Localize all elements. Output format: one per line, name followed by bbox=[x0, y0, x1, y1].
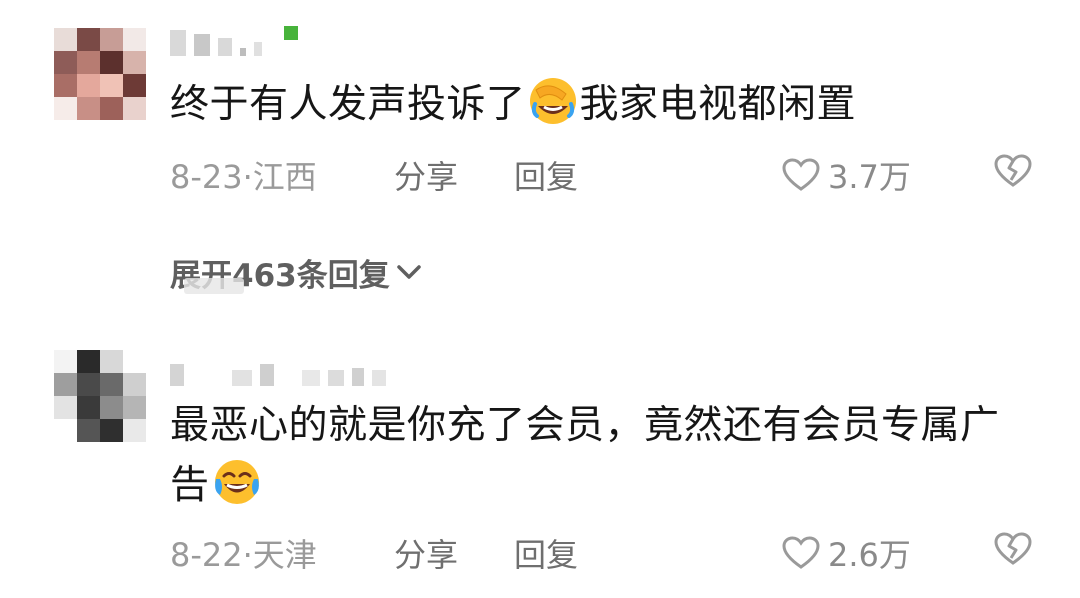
reply-button[interactable]: 回复 bbox=[514, 152, 578, 198]
comment-date: 8-22 bbox=[170, 536, 243, 574]
chevron-down-icon bbox=[396, 265, 421, 279]
username-masked[interactable] bbox=[170, 356, 386, 386]
comment-date-location: 8-22·天津 bbox=[170, 530, 317, 576]
heart-outline-icon bbox=[782, 158, 820, 191]
comment-date: 8-23 bbox=[170, 158, 243, 196]
like-count: 2.6万 bbox=[828, 536, 911, 574]
blur-smudge bbox=[184, 278, 244, 294]
expand-replies-button[interactable]: 展开463条回复 bbox=[170, 248, 422, 296]
comment-meta: 8-23·江西 分享 回复 3.7万 bbox=[170, 152, 1040, 196]
separator: · bbox=[242, 158, 253, 196]
like-button[interactable]: 2.6万 bbox=[782, 530, 911, 576]
comment-text-part: 终于有人发声投诉了 bbox=[170, 82, 526, 127]
comment-location: 天津 bbox=[252, 536, 317, 574]
share-button[interactable]: 分享 bbox=[394, 530, 458, 576]
reply-button[interactable]: 回复 bbox=[514, 530, 578, 576]
avatar[interactable] bbox=[54, 28, 146, 120]
separator: · bbox=[242, 536, 253, 574]
broken-heart-icon bbox=[994, 154, 1032, 187]
comment-text: 最恶心的就是你充了会员，竟然还有会员专属广告 bbox=[170, 396, 1030, 516]
like-count: 3.7万 bbox=[828, 158, 911, 196]
username-masked[interactable] bbox=[170, 26, 298, 56]
comment-text-part: 最恶心的就是你充了会员，竟然还有会员专属广告 bbox=[170, 403, 1000, 508]
avatar[interactable] bbox=[54, 350, 146, 442]
broken-heart-icon bbox=[994, 532, 1032, 565]
heart-outline-icon bbox=[782, 536, 820, 569]
dislike-button[interactable] bbox=[994, 154, 1032, 196]
like-button[interactable]: 3.7万 bbox=[782, 152, 911, 198]
comment-text-part: 我家电视都闲置 bbox=[579, 82, 857, 127]
share-button[interactable]: 分享 bbox=[394, 152, 458, 198]
comment-meta: 8-22·天津 分享 回复 2.6万 bbox=[170, 530, 1040, 574]
comment-date-location: 8-23·江西 bbox=[170, 152, 317, 198]
tears-of-joy-emoji-icon bbox=[214, 460, 259, 504]
dislike-button[interactable] bbox=[994, 532, 1032, 574]
facepalm-laughing-emoji-icon bbox=[529, 78, 576, 124]
comment-location: 江西 bbox=[252, 158, 317, 196]
comment-text: 终于有人发声投诉了 我家电视都闲置 bbox=[170, 75, 1030, 135]
